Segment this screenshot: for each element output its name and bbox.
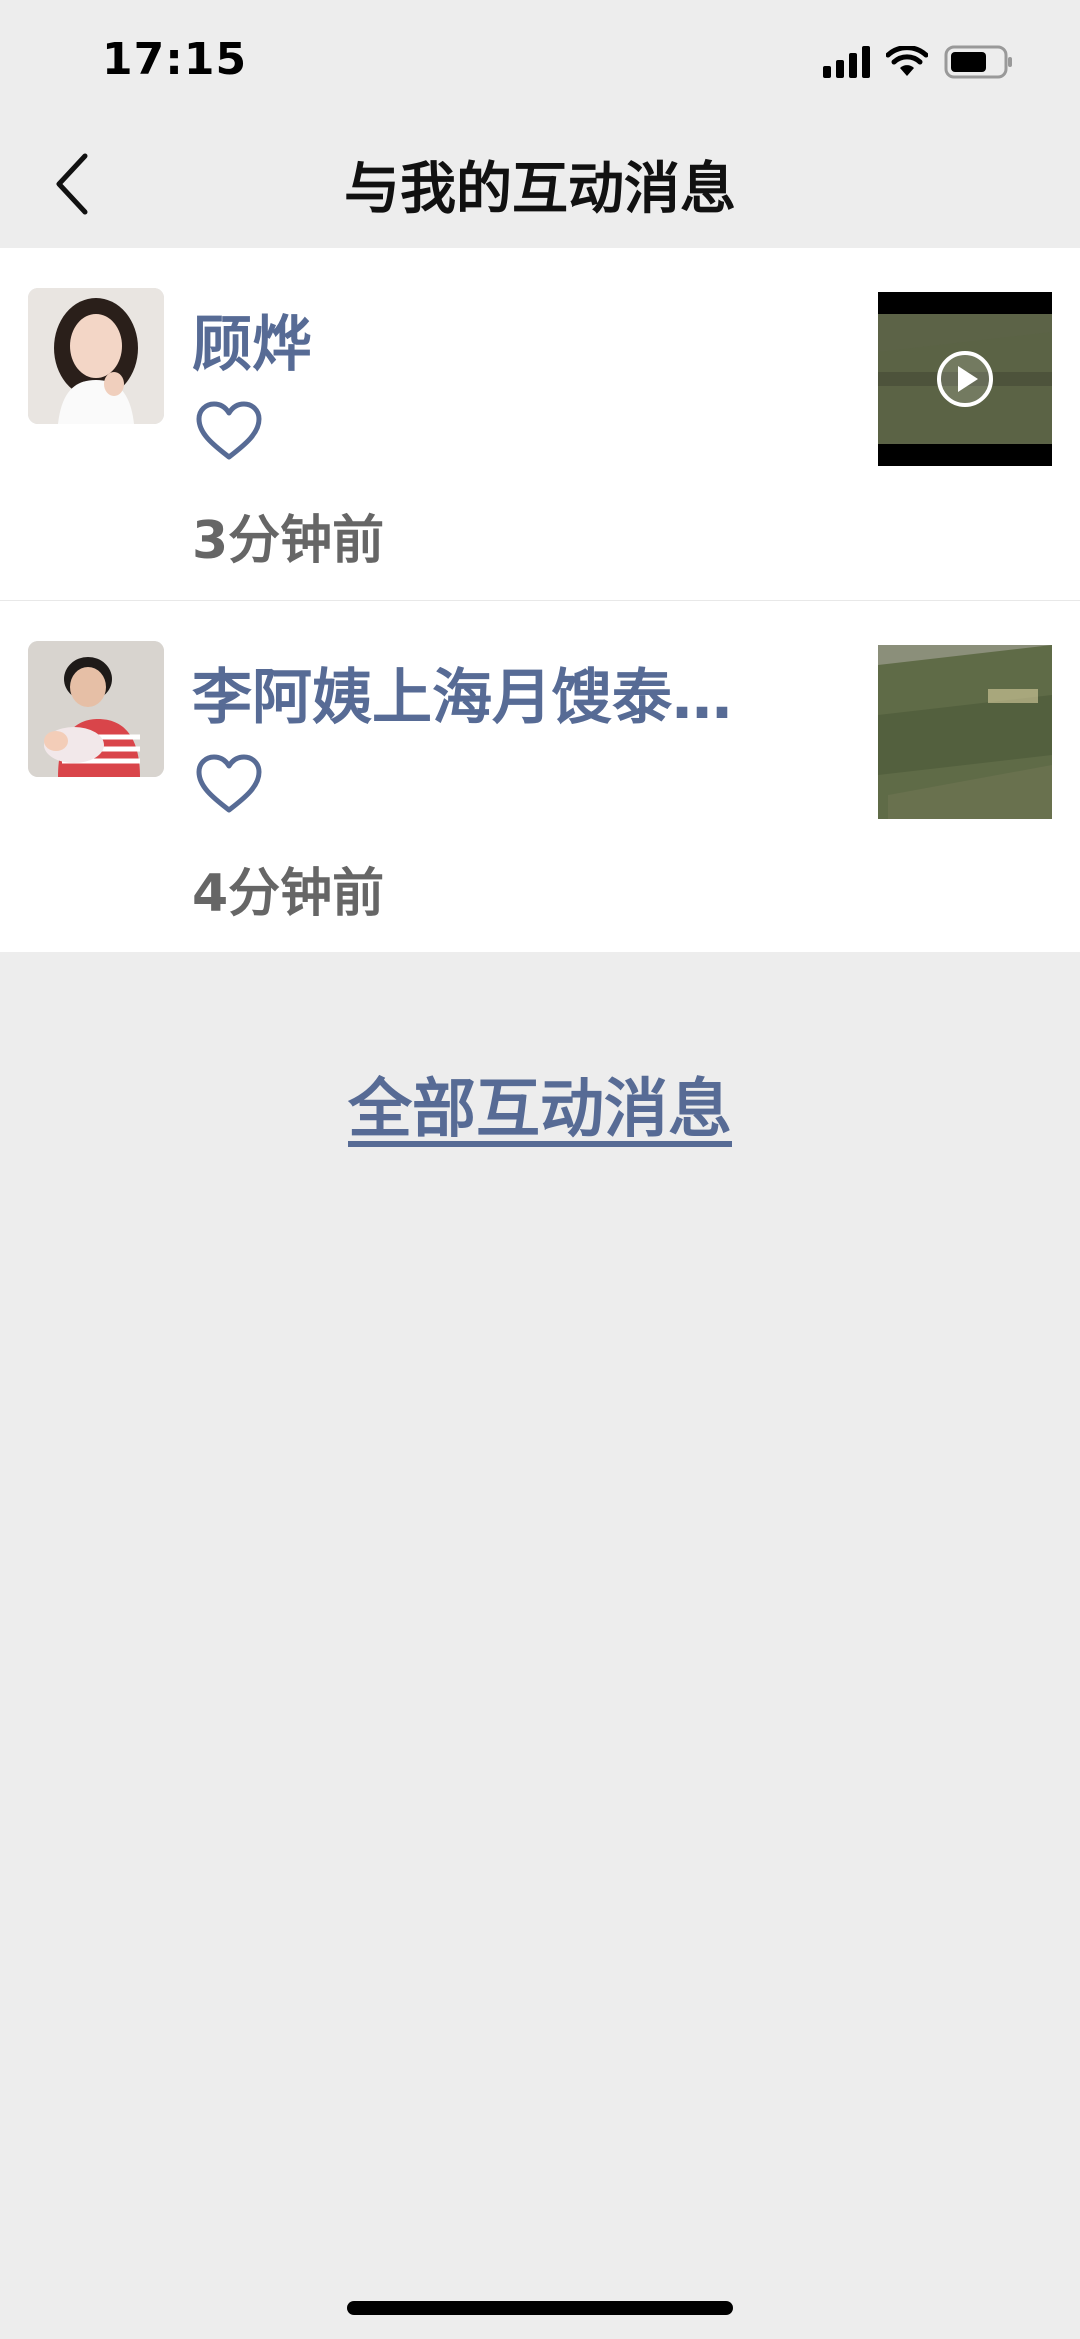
heart-icon — [196, 401, 262, 460]
list-item[interactable]: 李阿姨上海月馊泰… 4分钟前 — [0, 600, 1080, 952]
status-bar: 17:15 — [0, 0, 1080, 120]
status-icons — [823, 40, 1014, 84]
page-title: 与我的互动消息 — [344, 157, 736, 222]
heart-icon — [196, 754, 262, 813]
username[interactable]: 顾烨 — [192, 296, 312, 383]
list-item[interactable]: 顾烨 3分钟前 — [0, 248, 1080, 600]
avatar[interactable] — [28, 641, 164, 777]
all-interactions-link[interactable]: 全部互动消息 — [0, 1058, 1080, 1150]
status-time: 17:15 — [102, 34, 248, 85]
wifi-icon — [886, 46, 928, 76]
interaction-list: 顾烨 3分钟前 李阿姨上海月馊泰… 4分钟前 — [0, 248, 1080, 952]
video-thumbnail[interactable] — [878, 292, 1052, 466]
image-thumbnail[interactable] — [878, 645, 1052, 819]
cellular-signal-icon — [823, 46, 870, 78]
screen: 17:15 与我的互动消息 顾烨 3分钟前 李阿姨上海月馊泰… 4分钟前 全部互… — [0, 0, 1080, 2339]
username[interactable]: 李阿姨上海月馊泰… — [192, 649, 732, 736]
home-indicator[interactable] — [347, 2301, 733, 2315]
battery-icon — [944, 45, 1012, 79]
nav-bar: 与我的互动消息 — [0, 120, 1080, 248]
timestamp: 4分钟前 — [192, 864, 385, 924]
avatar[interactable] — [28, 288, 164, 424]
timestamp: 3分钟前 — [192, 511, 385, 571]
